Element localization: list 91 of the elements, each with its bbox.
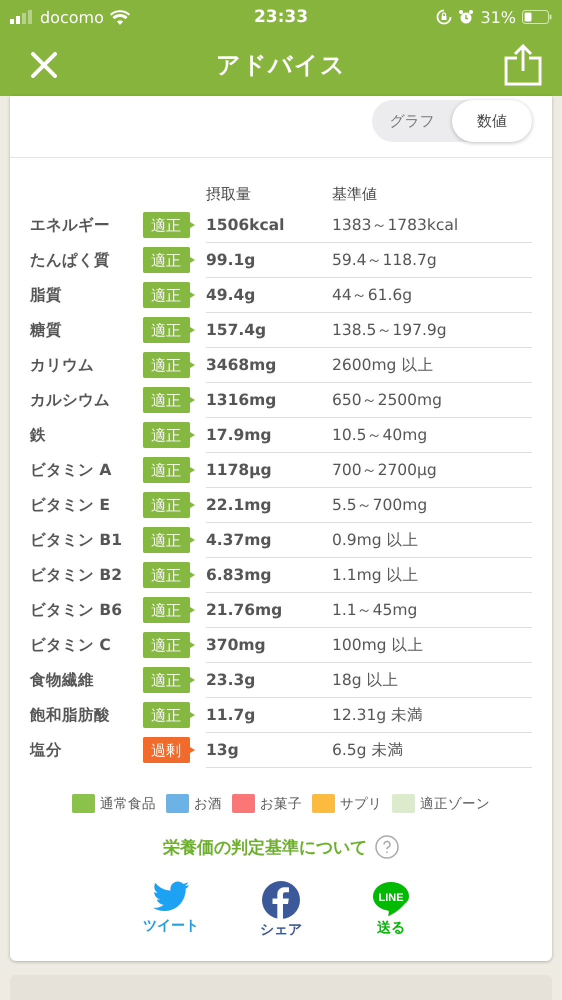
reference-value: 6.5g 未満 (332, 740, 404, 758)
column-header: 基準値 (332, 184, 377, 202)
status-badge: 適正 (143, 597, 195, 623)
reference-value: 10.5～40mg (332, 426, 428, 444)
status-badge: 適正 (143, 212, 195, 238)
reference-value: 1383～1783kcal (332, 216, 458, 234)
legend-label: 通常食品 (100, 794, 156, 812)
carrier-name: docomo (40, 8, 104, 26)
reference-value: 700～2700µg (332, 460, 437, 478)
battery-icon (522, 10, 552, 24)
status-badge: 適正 (143, 317, 195, 343)
reference-value: 59.4～118.7g (332, 250, 437, 268)
status-badge: 適正 (143, 387, 195, 413)
reference-value: 1.1～45mg (332, 600, 418, 618)
share-option[interactable]: ツイート (140, 881, 202, 939)
nutrient-name: カリウム (30, 356, 94, 374)
status-badge: 適正 (143, 282, 195, 308)
status-badge: 過剰 (143, 737, 195, 763)
intake-value: 1178µg (206, 461, 272, 479)
view-tab[interactable]: 数値 (452, 100, 532, 142)
status-badge: 適正 (143, 527, 195, 553)
reference-value: 2600mg 以上 (332, 356, 434, 374)
screen-title: アドバイス (216, 50, 346, 81)
intake-value: 13g (206, 741, 239, 759)
intake-value: 21.76mg (206, 601, 282, 619)
intake-value: 4.37mg (206, 531, 272, 549)
legend-label: サプリ (340, 794, 382, 812)
reference-value: 0.9mg 以上 (332, 530, 419, 548)
nutrient-name: ビタミン B2 (30, 566, 122, 584)
battery-percent: 31% (480, 8, 516, 26)
share-option[interactable]: LINE 送る (360, 881, 422, 939)
wifi-icon (110, 10, 130, 24)
reference-value: 100mg 以上 (332, 636, 424, 654)
nutrient-name: 飽和脂肪酸 (30, 706, 110, 724)
nutrient-name: ビタミン B1 (30, 530, 122, 548)
legend-label: お菓子 (260, 794, 302, 812)
view-tab[interactable]: グラフ (372, 100, 452, 142)
status-badge: 適正 (143, 702, 195, 728)
reference-value: 650～2500mg (332, 390, 442, 408)
share-icon[interactable] (504, 44, 542, 86)
status-badge: 適正 (143, 492, 195, 518)
reference-value: 18g 以上 (332, 670, 398, 688)
status-badge: 適正 (143, 422, 195, 448)
nutrient-name: エネルギー (30, 216, 110, 234)
nutrient-name: 糖質 (30, 320, 62, 338)
intake-value: 22.1mg (206, 496, 272, 514)
intake-value: 1506kcal (206, 216, 284, 234)
legend-label: 適正ゾーン (420, 794, 490, 812)
intake-value: 11.7g (206, 706, 256, 724)
intake-value: 1316mg (206, 391, 276, 409)
intake-value: 17.9mg (206, 426, 272, 444)
intake-value: 3468mg (206, 356, 276, 374)
status-badge: 適正 (143, 352, 195, 378)
criteria-link[interactable]: 栄養価の判定基準について (163, 836, 367, 858)
legend-label: お酒 (194, 794, 222, 812)
column-header: 摂取量 (206, 184, 251, 202)
intake-value: 99.1g (206, 251, 256, 269)
signal-icon (10, 10, 34, 24)
status-badge: 適正 (143, 667, 195, 693)
intake-value: 157.4g (206, 321, 266, 339)
nutrient-name: ビタミン E (30, 496, 110, 514)
status-badge: 適正 (143, 562, 195, 588)
intake-value: 370mg (206, 636, 266, 654)
nutrient-name: 食物繊維 (30, 670, 94, 688)
reference-value: 12.31g 未満 (332, 706, 424, 724)
status-badge: 適正 (143, 247, 195, 273)
alarm-icon (458, 9, 474, 25)
help-icon[interactable] (375, 835, 399, 859)
intake-value: 49.4g (206, 286, 256, 304)
reference-value: 1.1mg 以上 (332, 566, 419, 584)
reference-value: 44～61.6g (332, 286, 412, 304)
nutrient-name: カルシウム (30, 390, 110, 408)
close-icon[interactable] (30, 51, 58, 79)
status-time: 23:33 (254, 7, 308, 27)
chat-bubble-icon: LINE (372, 881, 410, 917)
reference-value: 138.5～197.9g (332, 320, 447, 338)
status-badge: 適正 (143, 457, 195, 483)
nutrient-name: 鉄 (30, 426, 46, 444)
share-option[interactable]: シェア (250, 881, 312, 939)
nutrient-name: ビタミン A (30, 460, 112, 478)
nutrient-name: 脂質 (30, 286, 62, 304)
nutrient-name: ビタミン B6 (30, 600, 122, 618)
intake-value: 6.83mg (206, 566, 272, 584)
intake-value: 23.3g (206, 671, 256, 689)
rotation-lock-icon (436, 9, 452, 25)
nutrient-name: たんぱく質 (30, 250, 110, 268)
nutrient-name: 塩分 (30, 740, 62, 758)
reference-value: 5.5～700mg (332, 496, 428, 514)
status-badge: 適正 (143, 632, 195, 658)
nutrient-name: ビタミン C (30, 636, 111, 654)
facebook-icon (262, 881, 300, 919)
